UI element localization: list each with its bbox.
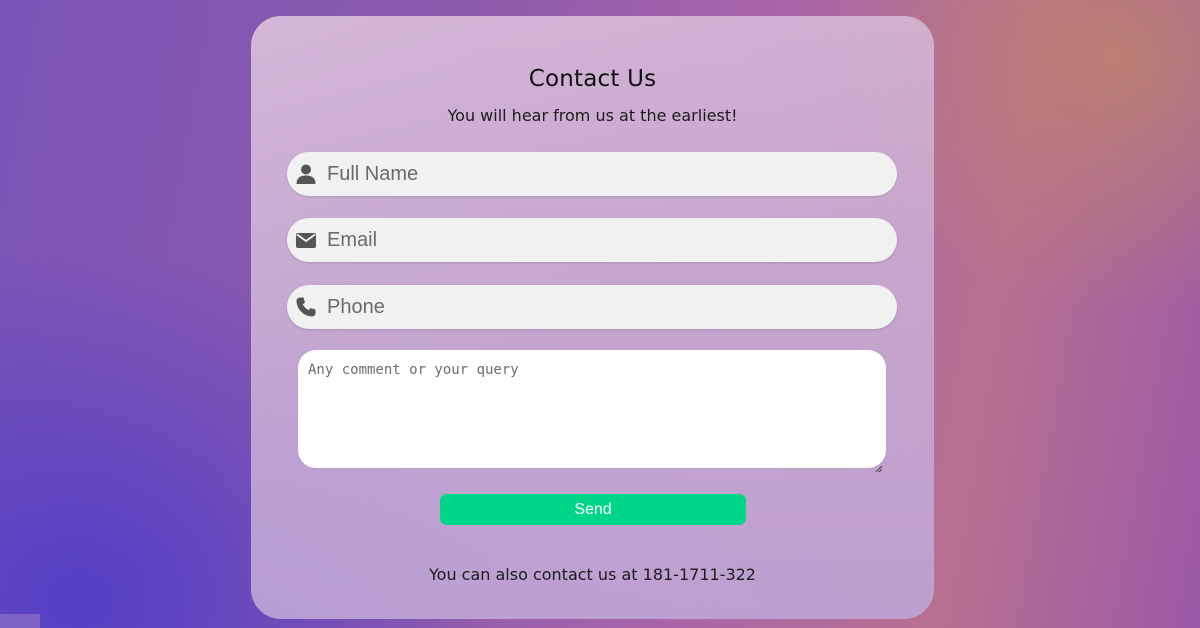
phone-icon <box>295 296 317 318</box>
phone-input[interactable] <box>327 285 887 329</box>
send-button[interactable]: Send <box>440 494 746 525</box>
email-field[interactable] <box>287 218 897 262</box>
resize-grip-icon[interactable] <box>875 458 883 473</box>
background-corner-block <box>0 614 40 628</box>
phone-field[interactable] <box>287 285 897 329</box>
full-name-field[interactable] <box>287 152 897 196</box>
email-input[interactable] <box>327 218 887 262</box>
form-subtitle: You will hear from us at the earliest! <box>447 106 738 125</box>
comment-textarea[interactable] <box>298 350 886 468</box>
contact-form-card: Contact Us You will hear from us at the … <box>251 16 934 619</box>
user-icon <box>295 163 317 185</box>
full-name-input[interactable] <box>327 152 887 196</box>
form-title: Contact Us <box>528 66 657 92</box>
envelope-icon <box>295 229 317 251</box>
contact-footer-text: You can also contact us at 181-1711-322 <box>429 565 756 584</box>
